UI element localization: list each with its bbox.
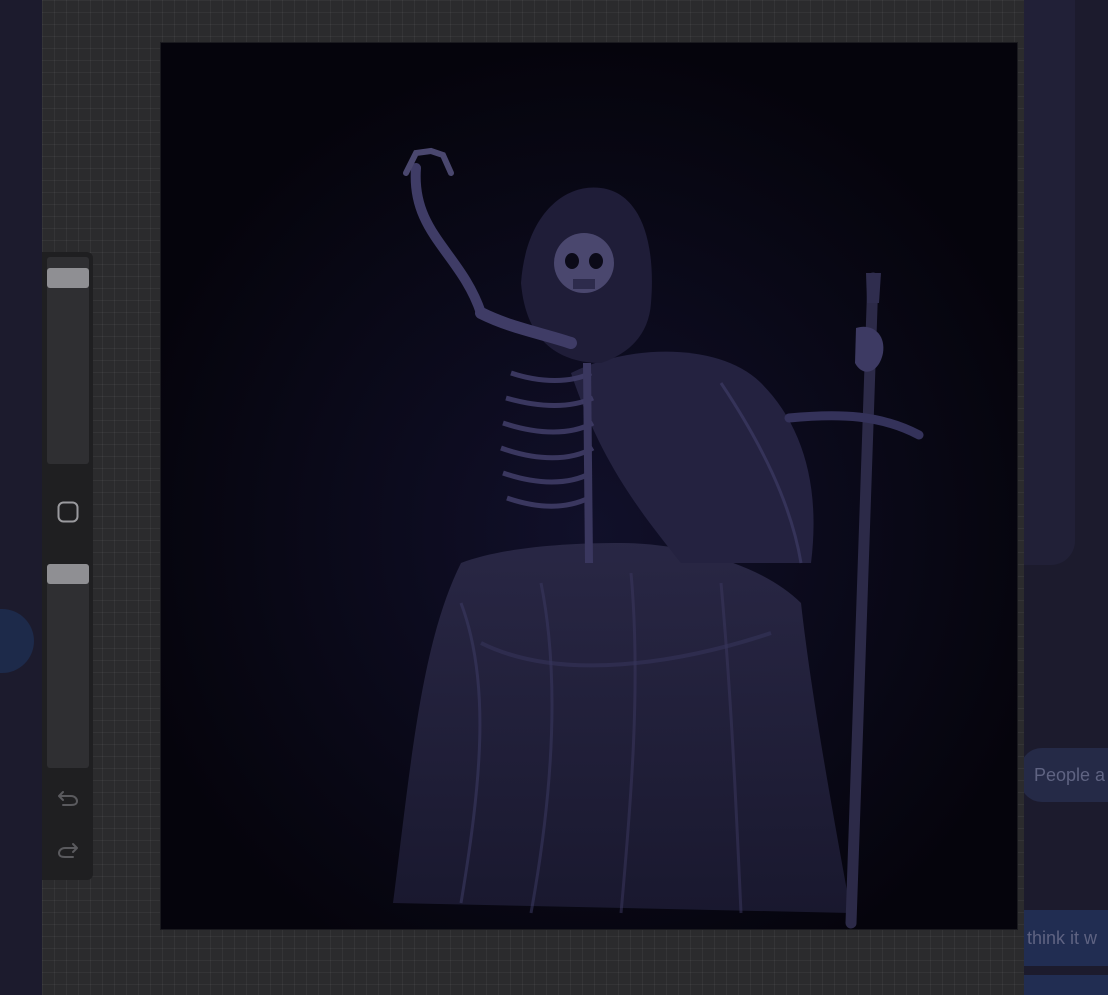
- square-icon[interactable]: [54, 498, 82, 526]
- app-root: People a think it w: [0, 0, 1108, 995]
- avatar[interactable]: [0, 609, 34, 673]
- brush-opacity-slider-thumb[interactable]: [47, 564, 89, 584]
- redo-icon[interactable]: [54, 836, 82, 864]
- brush-opacity-slider[interactable]: [47, 564, 89, 768]
- chat-message: People a: [1020, 748, 1108, 802]
- drawing-canvas-area[interactable]: [42, 0, 1024, 995]
- brush-size-slider[interactable]: [47, 257, 89, 464]
- grim-reaper-illustration: [161, 43, 1017, 929]
- chat-message-next: [1024, 975, 1108, 995]
- artwork-canvas[interactable]: [160, 42, 1018, 930]
- chat-message-text: People a: [1034, 764, 1106, 785]
- chat-message: think it w: [1024, 910, 1108, 966]
- brush-size-slider-thumb[interactable]: [47, 268, 89, 289]
- brush-toolbar: [42, 252, 93, 880]
- chat-message-text: think it w: [1027, 927, 1098, 948]
- undo-icon[interactable]: [54, 784, 82, 812]
